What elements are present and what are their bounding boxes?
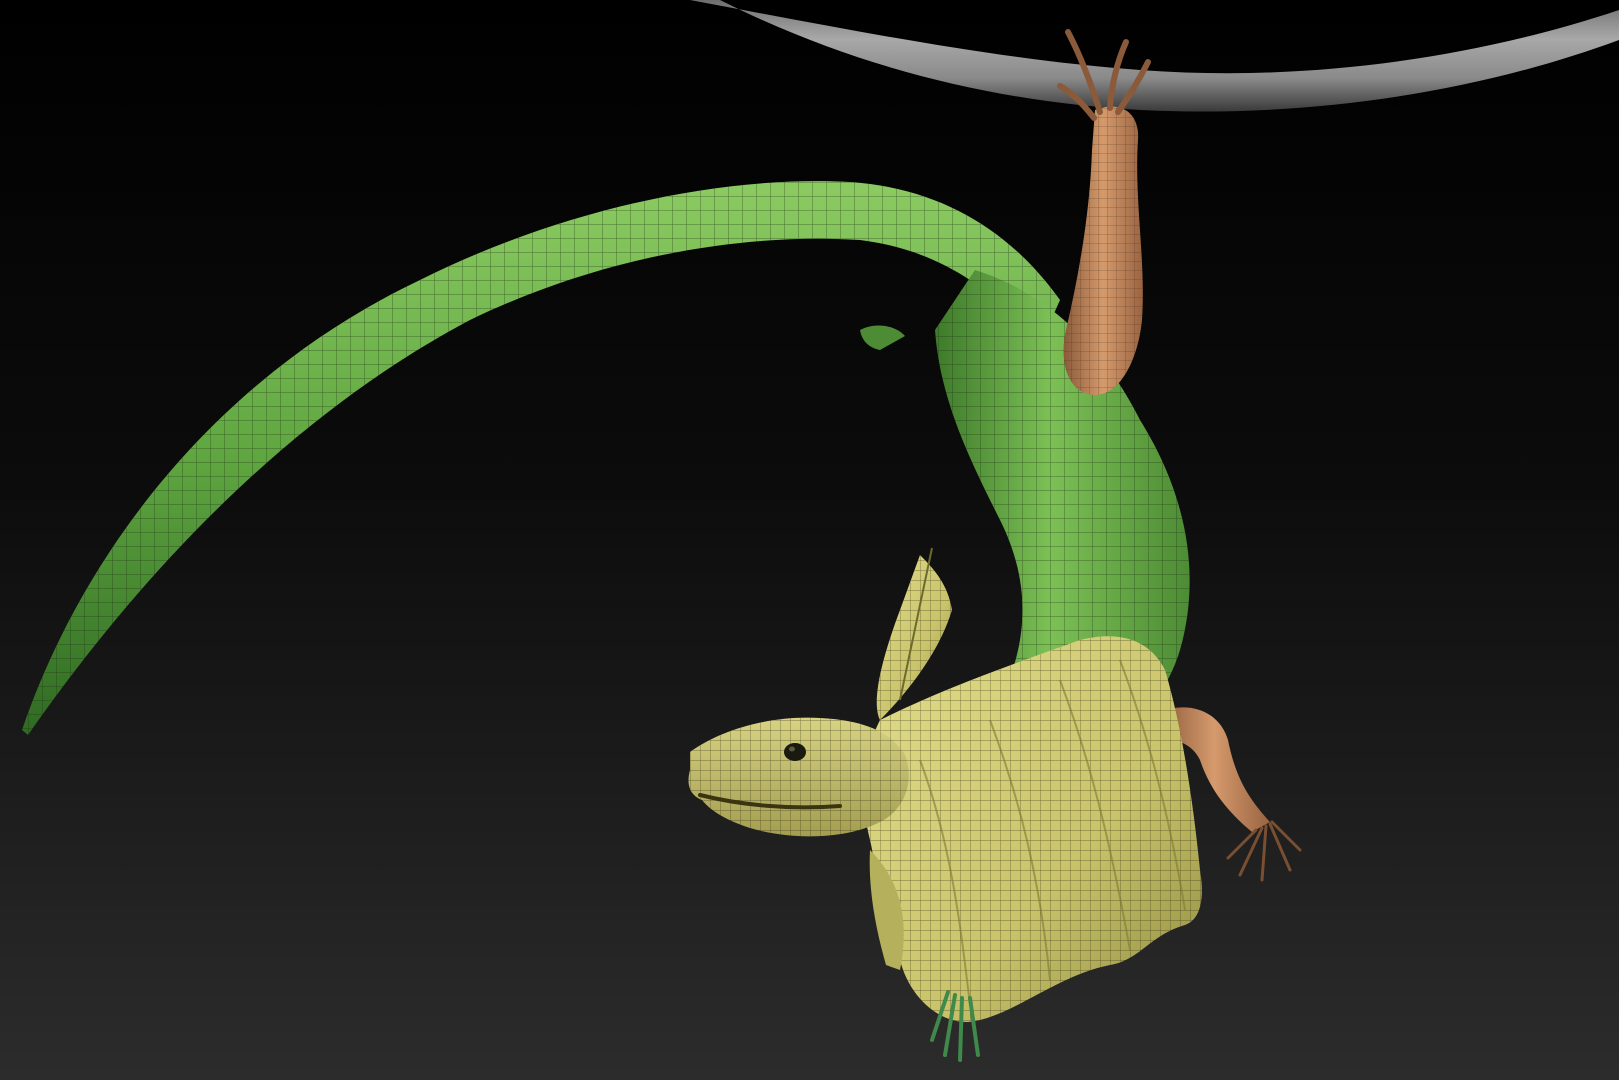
eye (784, 743, 806, 761)
background (0, 0, 1619, 1080)
3d-viewport[interactable] (0, 0, 1619, 1080)
sculpt-render (0, 0, 1619, 1080)
